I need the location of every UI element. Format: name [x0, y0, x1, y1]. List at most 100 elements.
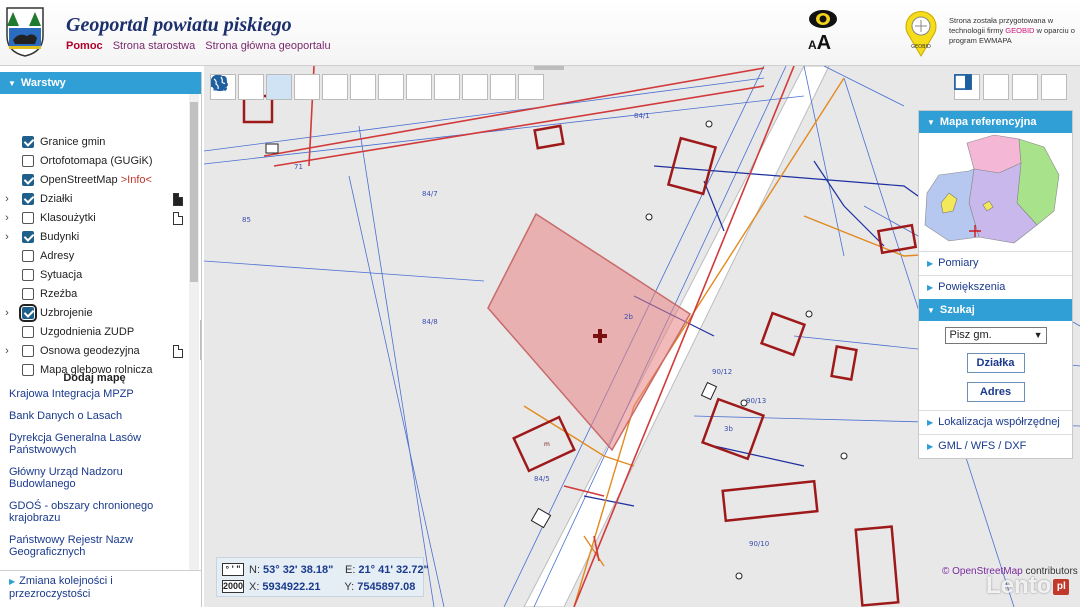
y-label: Y:: [344, 580, 355, 593]
tools-panel: ▼ Mapa referencyjna ▶ Pomiary ▶ Powiększeni…: [918, 110, 1073, 459]
coordinate-location-section[interactable]: ▶ Lokalizacja współrzędnej: [919, 410, 1072, 434]
layer-checkbox[interactable]: [22, 250, 34, 262]
chevron-right-icon: ▶: [927, 259, 934, 268]
layers-panel-header[interactable]: ▼ Warstwy: [0, 72, 201, 94]
parcel-search-button[interactable]: Działka: [966, 353, 1025, 373]
layer-checkbox[interactable]: [22, 136, 34, 148]
parcel-label: 84/7: [422, 190, 438, 198]
reference-map-canvas[interactable]: [919, 133, 1072, 251]
layer-checkbox[interactable]: [22, 174, 34, 186]
layout-left-panel-button[interactable]: [954, 74, 1009, 100]
layers-title: Warstwy: [20, 77, 66, 89]
add-map-link-lasy[interactable]: Dyrekcja Generalna Lasów Państwowych: [9, 432, 187, 456]
map-view[interactable]: 84/1 84/7 85 71 84/8 84/5 2b 3b 90/10 90…: [204, 66, 1080, 607]
geo-format-toggle[interactable]: ° ' ": [222, 563, 244, 576]
municipality-select[interactable]: Pisz gm. ▼: [944, 327, 1047, 344]
county-office-link[interactable]: Strona starostwa: [113, 40, 196, 52]
panel-resize-handle[interactable]: [200, 320, 201, 360]
layer-checkbox[interactable]: [22, 193, 34, 205]
reference-map-header[interactable]: ▼ Mapa referencyjna: [919, 111, 1072, 133]
text-size-big: A: [816, 32, 832, 54]
layer-row-sytuacja[interactable]: Sytuacja: [0, 266, 82, 284]
x-value: 5934922.21: [262, 580, 321, 593]
layer-legend-document-icon[interactable]: [173, 212, 183, 225]
globe-button[interactable]: [211, 74, 544, 100]
xy-coordinates-row: 2000 X: 5934922.21 Y: 7545897.08: [222, 580, 415, 593]
extended-info-button[interactable]: [215, 74, 460, 100]
layer-list: Granice gmin Ortofotomapa (GUGiK) OpenSt…: [0, 94, 201, 376]
crs-toggle[interactable]: 2000: [222, 580, 244, 593]
pan-button[interactable]: [213, 74, 292, 100]
coordinate-location-label: Lokalizacja współrzędnej: [938, 416, 1060, 428]
previous-view-button[interactable]: [212, 74, 348, 100]
chevron-down-icon: ▼: [1033, 330, 1043, 340]
address-search-button[interactable]: Adres: [966, 382, 1025, 402]
expand-chevron-icon[interactable]: ›: [0, 231, 14, 243]
layer-row-dzialki[interactable]: › Działki: [0, 190, 72, 208]
map-top-handle[interactable]: [534, 66, 564, 70]
layer-checkbox[interactable]: [22, 155, 34, 167]
gml-wfs-dxf-section[interactable]: ▶ GML / WFS / DXF: [919, 434, 1072, 458]
add-map-link-mpzp[interactable]: Krajowa Integracja MPZP: [9, 388, 187, 400]
layer-checkbox[interactable]: [22, 345, 34, 357]
reference-map[interactable]: [919, 133, 1072, 251]
watermark-text: Lento: [986, 572, 1052, 599]
layer-legend-document-icon[interactable]: [173, 345, 183, 358]
layer-row-klasouzytki[interactable]: › Klasoużytki: [0, 209, 96, 227]
layer-label: Klasoużytki: [40, 212, 96, 224]
zoom-extent-button[interactable]: [211, 74, 320, 100]
expand-chevron-icon[interactable]: ›: [0, 345, 14, 357]
zoom-presets-section[interactable]: ▶ Powiększenia: [919, 275, 1072, 299]
zoom-out-button[interactable]: [211, 74, 264, 100]
window-right-panel-icon: [954, 74, 972, 90]
layer-row-uzgodnienia-zudp[interactable]: Uzgodnienia ZUDP: [0, 323, 134, 341]
reference-map-title: Mapa referencyjna: [939, 116, 1037, 128]
expand-chevron-icon[interactable]: ›: [0, 212, 14, 224]
expand-chevron-icon[interactable]: ›: [0, 193, 14, 205]
site-title: Geoportal powiatu piskiego: [66, 14, 292, 36]
layer-row-granice-gmin[interactable]: Granice gmin: [0, 133, 105, 151]
layout-right-panel-button[interactable]: [954, 74, 1067, 100]
add-map-link-gdos[interactable]: GDOŚ - obszary chronionego krajobrazu: [9, 500, 187, 524]
measure-button[interactable]: [211, 74, 488, 100]
add-map-link-gunb[interactable]: Główny Urząd Nadzoru Budowlanego: [9, 466, 187, 490]
layer-checkbox[interactable]: [19, 304, 37, 322]
search-header[interactable]: ▼ Szukaj: [919, 299, 1072, 321]
layer-row-adresy[interactable]: Adresy: [0, 247, 74, 265]
add-map-link-prng[interactable]: Państwowy Rejestr Nazw Geograficznych: [9, 534, 187, 558]
layout-expand-button[interactable]: [955, 74, 1038, 100]
layer-info-document-icon[interactable]: [173, 193, 183, 206]
layer-checkbox[interactable]: [22, 326, 34, 338]
layer-checkbox[interactable]: [22, 288, 34, 300]
layer-row-openstreetmap[interactable]: OpenStreetMap >Info<: [0, 171, 152, 189]
layer-checkbox[interactable]: [22, 269, 34, 281]
measurements-section[interactable]: ▶ Pomiary: [919, 251, 1072, 275]
expand-chevron-icon[interactable]: ›: [0, 307, 14, 319]
layer-label: Osnowa geodezyjna: [40, 345, 140, 357]
layer-row-ortofotomapa[interactable]: Ortofotomapa (GUGiK): [0, 152, 152, 170]
layer-order-link[interactable]: ▶ Zmiana kolejności i przezroczystości: [0, 570, 201, 607]
osm-info-link[interactable]: >Info<: [121, 174, 152, 186]
next-view-button[interactable]: [212, 74, 376, 100]
layer-row-osnowa-geodezyjna[interactable]: › Osnowa geodezyjna: [0, 342, 140, 360]
layer-checkbox[interactable]: [22, 231, 34, 243]
identify-button[interactable]: [217, 74, 432, 100]
search-title: Szukaj: [939, 304, 975, 316]
layer-row-rzezba[interactable]: Rzeźba: [0, 285, 77, 303]
layer-checkbox[interactable]: [22, 212, 34, 224]
text-size-toggle[interactable]: AA: [808, 32, 831, 55]
header: Geoportal powiatu piskiego Pomoc Strona …: [0, 0, 1080, 66]
layer-label: Uzbrojenie: [40, 307, 93, 319]
parcel-label: 2b: [624, 313, 633, 321]
add-map-link-bdl[interactable]: Bank Danych o Lasach: [9, 410, 187, 422]
layer-row-budynki[interactable]: › Budynki: [0, 228, 79, 246]
print-button[interactable]: [211, 74, 516, 100]
layers-scrollbar-thumb[interactable]: [190, 102, 198, 282]
geobid-brand[interactable]: GEOBID: [1005, 26, 1034, 35]
building-label: m: [544, 441, 550, 448]
parcel-label: 90/12: [712, 368, 732, 376]
help-link[interactable]: Pomoc: [66, 40, 103, 52]
layer-row-uzbrojenie[interactable]: › Uzbrojenie: [0, 304, 93, 322]
link-button[interactable]: [211, 74, 404, 100]
geoportal-home-link[interactable]: Strona główna geoportalu: [205, 40, 330, 52]
